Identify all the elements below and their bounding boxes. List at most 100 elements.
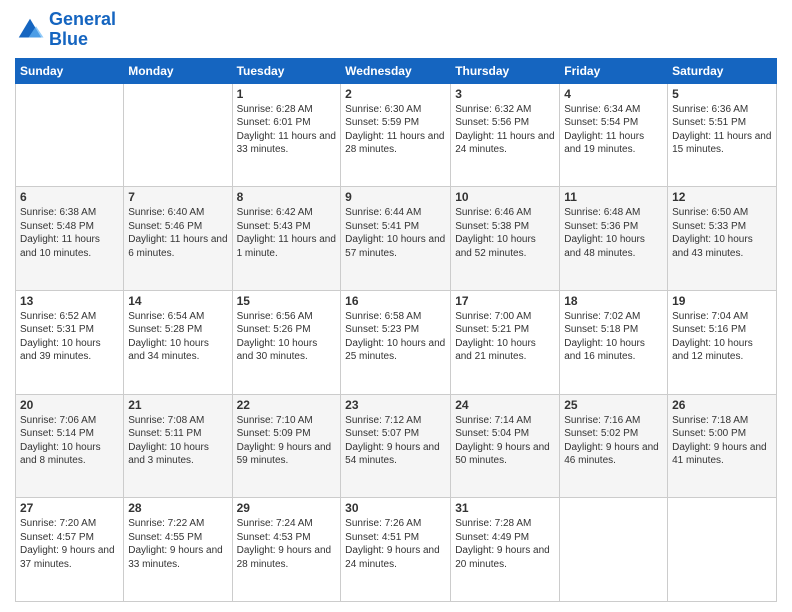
day-cell: 31 Sunrise: 7:28 AMSunset: 4:49 PMDayligh… <box>451 498 560 602</box>
day-number: 14 <box>128 294 227 308</box>
weekday-saturday: Saturday <box>668 58 777 83</box>
day-number: 10 <box>455 190 555 204</box>
day-cell: 21 Sunrise: 7:08 AMSunset: 5:11 PMDayligh… <box>124 394 232 498</box>
day-number: 15 <box>237 294 337 308</box>
calendar-table: SundayMondayTuesdayWednesdayThursdayFrid… <box>15 58 777 602</box>
day-detail: Sunrise: 6:56 AMSunset: 5:26 PMDaylight:… <box>237 310 337 364</box>
day-detail: Sunrise: 6:58 AMSunset: 5:23 PMDaylight:… <box>345 310 446 364</box>
day-number: 11 <box>564 190 663 204</box>
day-number: 31 <box>455 501 555 515</box>
week-row-1: 1 Sunrise: 6:28 AMSunset: 6:01 PMDaylight… <box>16 83 777 187</box>
day-cell: 7Sunrise: 6:40 AMSunset: 5:46 PMDaylight… <box>124 187 232 291</box>
day-detail: Sunrise: 7:08 AMSunset: 5:11 PMDaylight:… <box>128 414 227 468</box>
day-cell: 11Sunrise: 6:48 AMSunset: 5:36 PMDayligh… <box>560 187 668 291</box>
day-cell: 22 Sunrise: 7:10 AMSunset: 5:09 PMDayligh… <box>232 394 341 498</box>
day-detail: Sunrise: 6:50 AMSunset: 5:33 PMDaylight:… <box>672 206 772 260</box>
day-number: 22 <box>237 398 337 412</box>
day-number: 4 <box>564 87 663 101</box>
day-detail: Sunrise: 7:10 AMSunset: 5:09 PMDaylight:… <box>237 414 337 468</box>
day-detail: Sunrise: 6:54 AMSunset: 5:28 PMDaylight:… <box>128 310 227 364</box>
week-row-5: 27Sunrise: 7:20 AMSunset: 4:57 PMDayligh… <box>16 498 777 602</box>
day-detail: Sunrise: 6:30 AMSunset: 5:59 PMDaylight:… <box>345 103 446 157</box>
day-detail: Sunrise: 7:26 AMSunset: 4:51 PMDaylight:… <box>345 517 446 571</box>
day-detail: Sunrise: 6:42 AMSunset: 5:43 PMDaylight:… <box>237 206 337 260</box>
page: GeneralBlue SundayMondayTuesdayWednesday… <box>0 0 792 612</box>
day-cell: 25 Sunrise: 7:16 AMSunset: 5:02 PMDayligh… <box>560 394 668 498</box>
day-detail: Sunrise: 7:02 AMSunset: 5:18 PMDaylight:… <box>564 310 663 364</box>
week-row-2: 6Sunrise: 6:38 AMSunset: 5:48 PMDaylight… <box>16 187 777 291</box>
weekday-thursday: Thursday <box>451 58 560 83</box>
day-detail: Sunrise: 7:14 AMSunset: 5:04 PMDaylight:… <box>455 414 555 468</box>
day-detail: Sunrise: 6:34 AMSunset: 5:54 PMDaylight:… <box>564 103 663 157</box>
day-cell: 26 Sunrise: 7:18 AMSunset: 5:00 PMDayligh… <box>668 394 777 498</box>
day-detail: Sunrise: 6:32 AMSunset: 5:56 PMDaylight:… <box>455 103 555 157</box>
day-number: 17 <box>455 294 555 308</box>
day-cell <box>668 498 777 602</box>
day-detail: Sunrise: 7:18 AMSunset: 5:00 PMDaylight:… <box>672 414 772 468</box>
weekday-tuesday: Tuesday <box>232 58 341 83</box>
weekday-header-row: SundayMondayTuesdayWednesdayThursdayFrid… <box>16 58 777 83</box>
day-number: 7 <box>128 190 227 204</box>
day-number: 30 <box>345 501 446 515</box>
day-number: 16 <box>345 294 446 308</box>
day-number: 3 <box>455 87 555 101</box>
day-cell: 10 Sunrise: 6:46 AMSunset: 5:38 PMDayligh… <box>451 187 560 291</box>
day-cell: 14 Sunrise: 6:54 AMSunset: 5:28 PMDayligh… <box>124 290 232 394</box>
day-cell: 12 Sunrise: 6:50 AMSunset: 5:33 PMDayligh… <box>668 187 777 291</box>
day-detail: Sunrise: 6:52 AMSunset: 5:31 PMDaylight:… <box>20 310 119 364</box>
day-cell <box>124 83 232 187</box>
day-detail: Sunrise: 6:44 AMSunset: 5:41 PMDaylight:… <box>345 206 446 260</box>
day-number: 13 <box>20 294 119 308</box>
day-detail: Sunrise: 7:22 AMSunset: 4:55 PMDaylight:… <box>128 517 227 571</box>
day-number: 20 <box>20 398 119 412</box>
day-cell: 4 Sunrise: 6:34 AMSunset: 5:54 PMDaylight… <box>560 83 668 187</box>
week-row-3: 13 Sunrise: 6:52 AMSunset: 5:31 PMDayligh… <box>16 290 777 394</box>
day-number: 2 <box>345 87 446 101</box>
day-number: 29 <box>237 501 337 515</box>
day-detail: Sunrise: 7:16 AMSunset: 5:02 PMDaylight:… <box>564 414 663 468</box>
weekday-wednesday: Wednesday <box>341 58 451 83</box>
day-cell: 29Sunrise: 7:24 AMSunset: 4:53 PMDayligh… <box>232 498 341 602</box>
day-cell: 8 Sunrise: 6:42 AMSunset: 5:43 PMDaylight… <box>232 187 341 291</box>
day-number: 26 <box>672 398 772 412</box>
day-detail: Sunrise: 7:04 AMSunset: 5:16 PMDaylight:… <box>672 310 772 364</box>
day-cell: 1 Sunrise: 6:28 AMSunset: 6:01 PMDaylight… <box>232 83 341 187</box>
calendar: SundayMondayTuesdayWednesdayThursdayFrid… <box>15 58 777 602</box>
day-cell: 30 Sunrise: 7:26 AMSunset: 4:51 PMDayligh… <box>341 498 451 602</box>
day-cell: 28 Sunrise: 7:22 AMSunset: 4:55 PMDayligh… <box>124 498 232 602</box>
day-detail: Sunrise: 7:12 AMSunset: 5:07 PMDaylight:… <box>345 414 446 468</box>
day-number: 9 <box>345 190 446 204</box>
day-detail: Sunrise: 6:36 AMSunset: 5:51 PMDaylight:… <box>672 103 772 157</box>
day-number: 21 <box>128 398 227 412</box>
logo-icon <box>15 15 45 45</box>
day-detail: Sunrise: 6:28 AMSunset: 6:01 PMDaylight:… <box>237 103 337 157</box>
day-cell: 13 Sunrise: 6:52 AMSunset: 5:31 PMDayligh… <box>16 290 124 394</box>
day-number: 18 <box>564 294 663 308</box>
weekday-friday: Friday <box>560 58 668 83</box>
day-number: 28 <box>128 501 227 515</box>
day-cell: 2 Sunrise: 6:30 AMSunset: 5:59 PMDaylight… <box>341 83 451 187</box>
day-detail: Sunrise: 6:46 AMSunset: 5:38 PMDaylight:… <box>455 206 555 260</box>
day-cell: 17Sunrise: 7:00 AMSunset: 5:21 PMDayligh… <box>451 290 560 394</box>
day-cell: 5 Sunrise: 6:36 AMSunset: 5:51 PMDaylight… <box>668 83 777 187</box>
day-cell: 3 Sunrise: 6:32 AMSunset: 5:56 PMDaylight… <box>451 83 560 187</box>
day-detail: Sunrise: 7:28 AMSunset: 4:49 PMDaylight:… <box>455 517 555 571</box>
day-number: 8 <box>237 190 337 204</box>
day-number: 25 <box>564 398 663 412</box>
logo: GeneralBlue <box>15 10 116 50</box>
day-cell <box>16 83 124 187</box>
weekday-monday: Monday <box>124 58 232 83</box>
day-cell: 6Sunrise: 6:38 AMSunset: 5:48 PMDaylight… <box>16 187 124 291</box>
day-number: 12 <box>672 190 772 204</box>
day-cell: 9 Sunrise: 6:44 AMSunset: 5:41 PMDaylight… <box>341 187 451 291</box>
day-cell: 19Sunrise: 7:04 AMSunset: 5:16 PMDayligh… <box>668 290 777 394</box>
day-number: 1 <box>237 87 337 101</box>
day-number: 23 <box>345 398 446 412</box>
day-number: 24 <box>455 398 555 412</box>
day-cell <box>560 498 668 602</box>
day-cell: 27Sunrise: 7:20 AMSunset: 4:57 PMDayligh… <box>16 498 124 602</box>
day-detail: Sunrise: 7:06 AMSunset: 5:14 PMDaylight:… <box>20 414 119 468</box>
day-detail: Sunrise: 7:20 AMSunset: 4:57 PMDaylight:… <box>20 517 119 571</box>
weekday-sunday: Sunday <box>16 58 124 83</box>
day-number: 5 <box>672 87 772 101</box>
